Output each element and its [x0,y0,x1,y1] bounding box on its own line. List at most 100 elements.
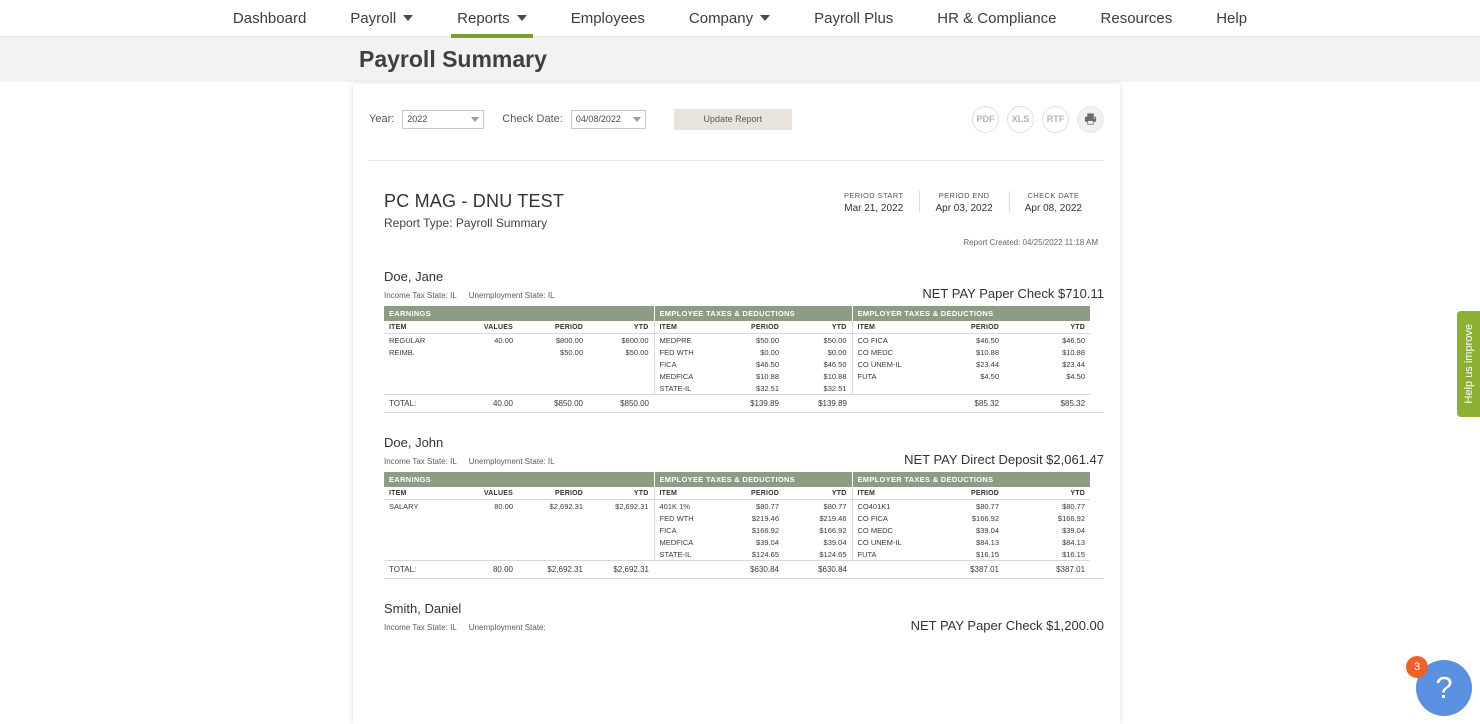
total-er-ytd: $85.32 [1004,394,1091,412]
col-ee-ytd: YTD [784,487,852,500]
total-row: TOTAL: 80.00 $2,692.31 $2,692.31 $630.84 $630… [384,560,1091,578]
earnings-period [518,370,588,382]
earnings-period [518,524,588,536]
col-earnings-values: VALUES [456,487,518,500]
employee-section: Smith, Daniel Income Tax State: IL Unemplo… [384,601,1104,633]
earnings-ytd [588,358,654,370]
ee-tax-ytd: $219.46 [819,513,847,523]
update-report-button[interactable]: Update Report [673,108,792,130]
er-tax-ytd: $84.13 [1062,537,1086,547]
export-rtf-button[interactable]: RTF [1042,105,1069,133]
earnings-ytd: $800.00 [621,335,649,345]
chevron-down-icon [403,15,414,21]
period-cell: PERIOD START Mar 21, 2022 [828,191,920,214]
col-er-period: PERIOD [922,321,1004,334]
net-pay: NET PAY Direct Deposit $2,061.47 [904,452,1104,467]
ee-tax-ytd: $80.77 [823,501,847,511]
earnings-ytd [588,524,654,536]
net-pay: NET PAY Paper Check $1,200.00 [910,618,1104,633]
employee-name: Doe, John [384,435,444,450]
income-tax-state: Income Tax State: IL [384,291,457,300]
nav-item-company[interactable]: Company [667,0,792,37]
period-label: PERIOD START [843,191,904,200]
earnings-ytd: $50.00 [625,347,649,357]
er-tax-item [851,382,922,395]
ee-tax-ytd: $50.00 [823,335,847,345]
period-cell: CHECK DATE Apr 08, 2022 [1008,191,1098,214]
col-ee-item: ITEM [653,321,710,334]
nav-item-label: Payroll Plus [814,9,894,27]
total-er-period: $387.01 [922,560,1004,578]
earnings-item [384,548,456,561]
earnings-period: $800.00 [555,335,583,345]
chevron-down-icon [632,116,641,122]
nav-item-employees[interactable]: Employees [549,0,667,37]
income-tax-state: Income Tax State: IL [384,457,457,466]
table-row: STATE-IL $124.65 $124.65 FUTA $16.15 $16.15 [384,548,1090,561]
group-header-earnings: EARNINGS [384,472,655,487]
page-title-bar: Payroll Summary [0,37,1480,82]
payroll-table: EARNINGS EMPLOYEE TAXES & DEDUCTIONS EMPLO… [384,306,1091,412]
earnings-values: 80.00 [494,501,513,511]
earnings-period [518,358,588,370]
main-navigation: Dashboard Payroll Reports Employees Company P… [0,0,1480,38]
nav-item-payroll[interactable]: Payroll [328,0,435,37]
col-er-period: PERIOD [922,487,1004,500]
ee-tax-period: $32.51 [756,383,779,393]
report-toolbar: Year: 2022 Check Date: 04/08/2022 Update… [353,84,1120,138]
export-xls-button[interactable]: XLS [1007,105,1034,133]
nav-item-resources[interactable]: Resources [1079,0,1195,37]
er-tax-item: FUTA [851,548,922,561]
print-button[interactable] [1077,105,1104,133]
ee-tax-period: $50.00 [756,335,779,345]
ee-tax-period: $0.00 [760,347,779,357]
employee-section: Doe, Jane Income Tax State: IL Unemploymen… [384,269,1104,413]
export-pdf-button[interactable]: PDF [972,105,999,133]
total-spacer [654,394,710,412]
ee-tax-ytd: $39.04 [823,537,847,547]
ee-tax-period: $124.65 [751,549,779,559]
employee-states: Income Tax State: IL Unemployment State: … [384,457,567,466]
nav-item-label: Help [1216,9,1248,27]
er-tax-item: CO UNEM-IL [851,358,922,370]
question-mark-icon: ? [1435,670,1453,705]
nav-item-help[interactable]: Help [1194,0,1269,37]
er-tax-period: $80.77 [976,501,999,511]
report-body: PC MAG - DNU TEST Report Type: Payroll S… [353,161,1120,633]
earnings-period [518,512,588,524]
ee-tax-period: $10.88 [756,371,779,381]
col-earnings-ytd: YTD [588,321,654,334]
check-date-select-value: 04/08/2022 [575,114,621,124]
er-tax-period: $10.88 [976,347,999,357]
total-spacer [654,560,710,578]
nav-item-label: Resources [1100,9,1173,27]
check-date-select[interactable]: 04/08/2022 [570,109,646,129]
ee-tax-item: FICA [653,358,710,370]
group-header-employer-taxes: EMPLOYER TAXES & DEDUCTIONS [852,306,1091,321]
help-us-improve-tab[interactable]: Help us improve [1457,311,1480,417]
nav-item-label: Dashboard [232,9,307,27]
er-tax-ytd: $10.88 [1062,347,1086,357]
er-tax-item: CO MEDC [851,346,922,358]
table-row: FED WTH $219.46 $219.46 CO FICA $166.92 $166.… [384,512,1090,524]
printer-icon [1084,113,1097,125]
employee-states: Income Tax State: IL Unemployment State: [384,623,558,632]
er-tax-item: CO FICA [851,333,922,346]
table-row: MEDFICA $10.88 $10.88 FUTA $4.50 $4.50 [384,370,1090,382]
nav-item-hr-compliance[interactable]: HR & Compliance [915,0,1078,37]
earnings-item: REGULAR [389,335,426,345]
nav-item-dashboard[interactable]: Dashboard [211,0,328,37]
ee-tax-ytd: $32.51 [823,383,847,393]
earnings-period [518,548,588,561]
ee-tax-period: $80.77 [756,501,779,511]
nav-item-reports[interactable]: Reports [435,0,549,38]
ee-tax-item: MEDPRE [653,333,710,346]
ee-tax-ytd: $10.88 [823,371,847,381]
year-select[interactable]: 2022 [402,109,485,129]
col-earnings-values: VALUES [456,321,518,334]
earnings-period [518,536,588,548]
er-tax-period [922,382,1004,395]
group-header-employee-taxes: EMPLOYEE TAXES & DEDUCTIONS [654,306,853,321]
nav-item-payroll-plus[interactable]: Payroll Plus [792,0,915,37]
chevron-down-icon [516,15,527,21]
